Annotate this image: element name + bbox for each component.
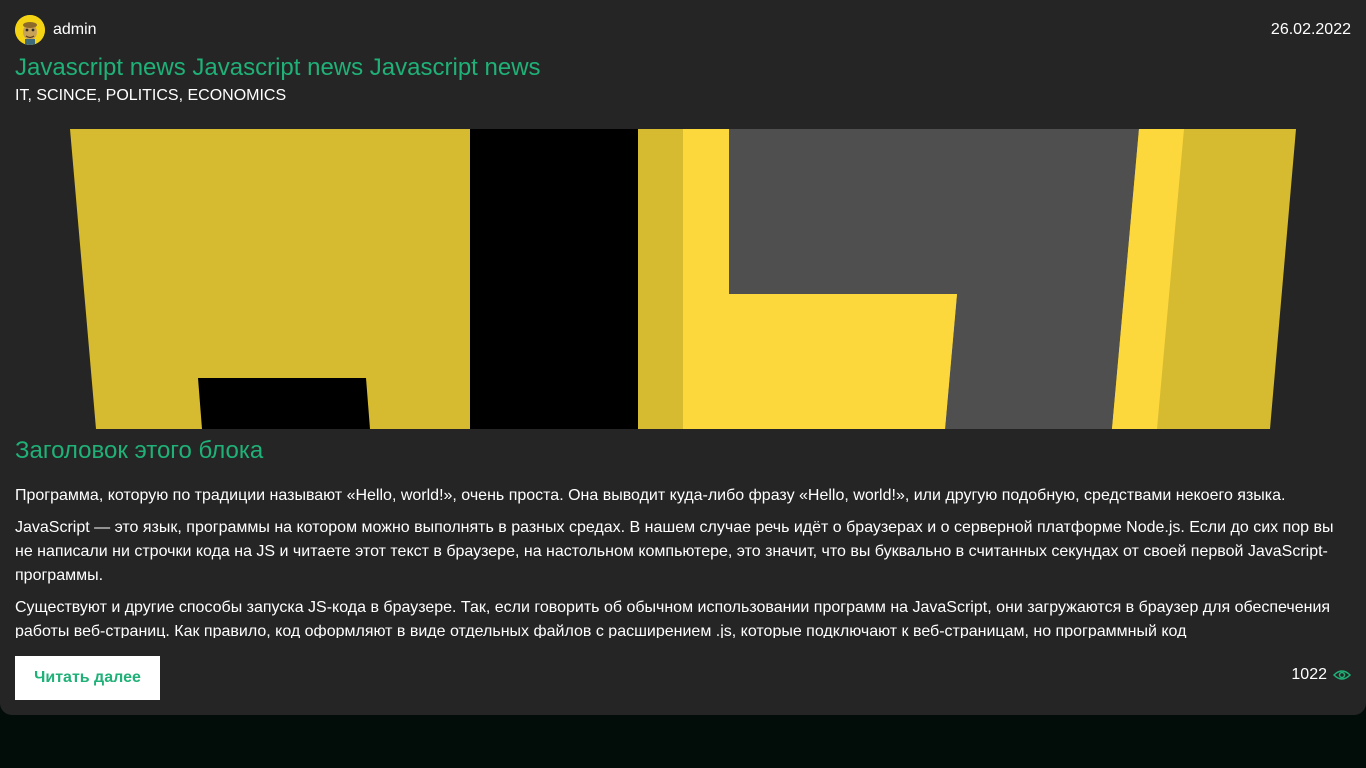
read-more-button[interactable]: Читать далее — [15, 656, 160, 700]
post-date: 26.02.2022 — [1270, 21, 1351, 38]
article-body: Программа, которую по традиции называют … — [15, 484, 1355, 638]
logo-j-hook — [198, 378, 370, 429]
post-tags: IT, SCINCE, POLITICS, ECONOMICS — [15, 87, 287, 104]
views-count: 1022 — [1291, 666, 1327, 683]
post-header: admin 26.02.2022 — [15, 15, 1351, 45]
views-counter: 1022 — [1291, 666, 1351, 684]
block-heading: Заголовок этого блока — [15, 437, 264, 464]
logo-s-light — [683, 129, 729, 429]
js-logo-image — [70, 129, 1296, 429]
avatar[interactable] — [15, 15, 45, 45]
post-title[interactable]: Javascript news Javascript news Javascri… — [15, 54, 541, 82]
post-card: admin 26.02.2022 Javascript news Javascr… — [0, 0, 1366, 715]
author-name[interactable]: admin — [53, 21, 97, 39]
logo-s-light-lower — [729, 294, 957, 429]
article-paragraph: JavaScript — это язык, программы на кото… — [15, 519, 1334, 584]
article-paragraph: Программа, которую по традиции называют … — [15, 487, 1286, 504]
author[interactable]: admin — [15, 15, 97, 45]
article-paragraph: Существуют и другие способы запуска JS-к… — [15, 599, 1331, 638]
logo-j-stroke — [470, 129, 638, 429]
eye-icon — [1333, 670, 1351, 680]
avatar-icon — [15, 15, 45, 45]
